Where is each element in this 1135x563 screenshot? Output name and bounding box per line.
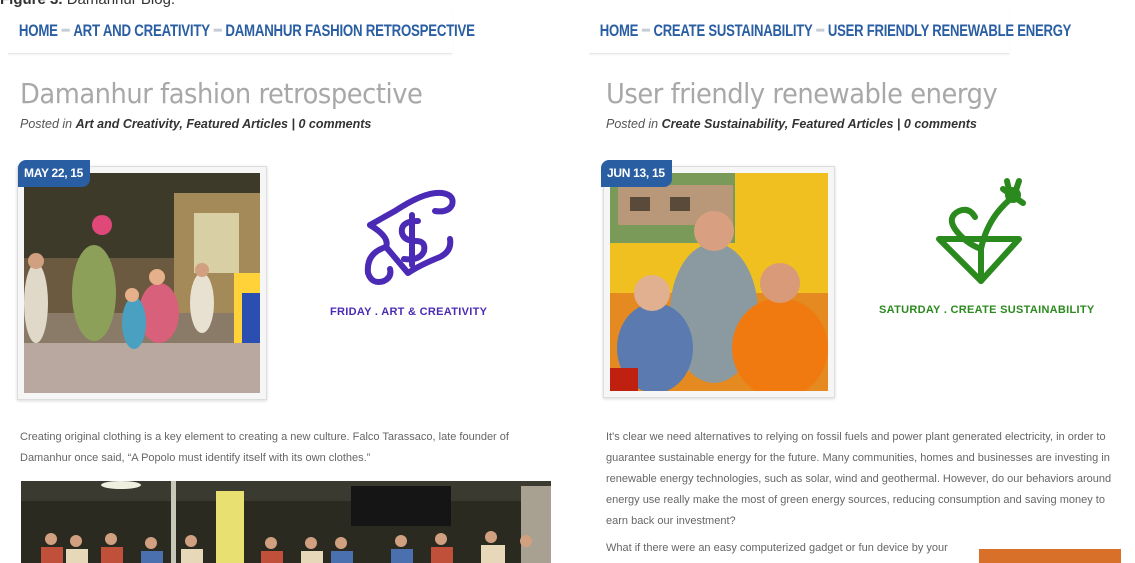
featured-photo-frame bbox=[603, 166, 835, 398]
meta-separator: | bbox=[896, 117, 901, 131]
figure-caption-text: Damanhur Blog. bbox=[67, 0, 175, 8]
breadcrumb: HOME ━ ART AND CREATIVITY ━ DAMANHUR FAS… bbox=[8, 9, 475, 54]
breadcrumb-separator-icon: ━ bbox=[641, 21, 650, 40]
comments-link[interactable]: 0 comments bbox=[298, 117, 371, 131]
post-title[interactable]: Damanhur fashion retrospective bbox=[20, 77, 423, 110]
logo-caption: SATURDAY . CREATE SUSTAINABILITY bbox=[879, 304, 1095, 316]
paragraph: It's clear we need alternatives to relyi… bbox=[606, 431, 1112, 527]
breadcrumb-separator-icon: ━ bbox=[213, 21, 222, 40]
blog-post-left: HOME ━ ART AND CREATIVITY ━ DAMANHUR FAS… bbox=[8, 9, 577, 563]
meta-comma: , bbox=[179, 117, 183, 131]
breadcrumb-home[interactable]: HOME bbox=[600, 21, 639, 41]
breadcrumb-current[interactable]: USER FRIENDLY RENEWABLE ENERGY bbox=[828, 21, 1072, 41]
breadcrumb-separator-icon: ━ bbox=[816, 21, 825, 40]
figure-caption: Figure 3. Damanhur Blog. bbox=[0, 0, 175, 8]
category-link[interactable]: Featured Articles bbox=[186, 117, 288, 131]
breadcrumb-home[interactable]: HOME bbox=[19, 21, 58, 41]
three-men-photo bbox=[610, 173, 828, 391]
stage-crowd-photo bbox=[21, 481, 551, 563]
post-title[interactable]: User friendly renewable energy bbox=[606, 77, 998, 110]
posted-in-label: Posted in bbox=[606, 117, 659, 131]
comments-link[interactable]: 0 comments bbox=[904, 117, 977, 131]
featured-photo[interactable] bbox=[24, 173, 260, 393]
breadcrumb: HOME ━ CREATE SUSTAINABILITY ━ USER FRIE… bbox=[589, 9, 1071, 54]
post-excerpt: It's clear we need alternatives to relyi… bbox=[606, 427, 1126, 563]
post-meta: Posted in Art and Creativity, Featured A… bbox=[20, 117, 371, 131]
category-link[interactable]: Create Sustainability bbox=[662, 117, 785, 131]
second-photo[interactable] bbox=[21, 481, 551, 563]
featured-photo-frame bbox=[17, 166, 267, 400]
fashion-show-photo bbox=[24, 173, 260, 393]
blog-post-right: HOME ━ CREATE SUSTAINABILITY ━ USER FRIE… bbox=[589, 9, 1135, 563]
meta-comma: , bbox=[784, 117, 789, 131]
purple-s-hand-icon bbox=[364, 189, 456, 285]
breadcrumb-current[interactable]: DAMANHUR FASHION RETROSPECTIVE bbox=[225, 21, 475, 41]
post-meta: Posted in Create Sustainability, Feature… bbox=[606, 117, 977, 131]
date-badge: JUN 13, 15 bbox=[601, 160, 672, 187]
posted-in-label: Posted in bbox=[20, 117, 73, 131]
logo-caption: FRIDAY . ART & CREATIVITY bbox=[330, 306, 488, 318]
green-plant-triangle-icon bbox=[936, 178, 1026, 284]
breadcrumb-category[interactable]: CREATE SUSTAINABILITY bbox=[653, 21, 812, 41]
inline-photo[interactable] bbox=[979, 549, 1121, 563]
paragraph: What if there were an easy computerized … bbox=[606, 542, 948, 554]
category-link[interactable]: Art and Creativity bbox=[76, 117, 180, 131]
paragraph: Creating original clothing is a key elem… bbox=[20, 431, 509, 464]
featured-photo[interactable] bbox=[610, 173, 828, 391]
breadcrumb-separator-icon: ━ bbox=[61, 21, 70, 40]
figure-caption-label: Figure 3. bbox=[0, 0, 63, 8]
date-badge: MAY 22, 15 bbox=[18, 160, 91, 187]
post-excerpt: Creating original clothing is a key elem… bbox=[20, 427, 560, 475]
breadcrumb-category[interactable]: ART AND CREATIVITY bbox=[73, 21, 210, 41]
meta-separator: | bbox=[291, 117, 295, 131]
category-link[interactable]: Featured Articles bbox=[792, 117, 894, 131]
